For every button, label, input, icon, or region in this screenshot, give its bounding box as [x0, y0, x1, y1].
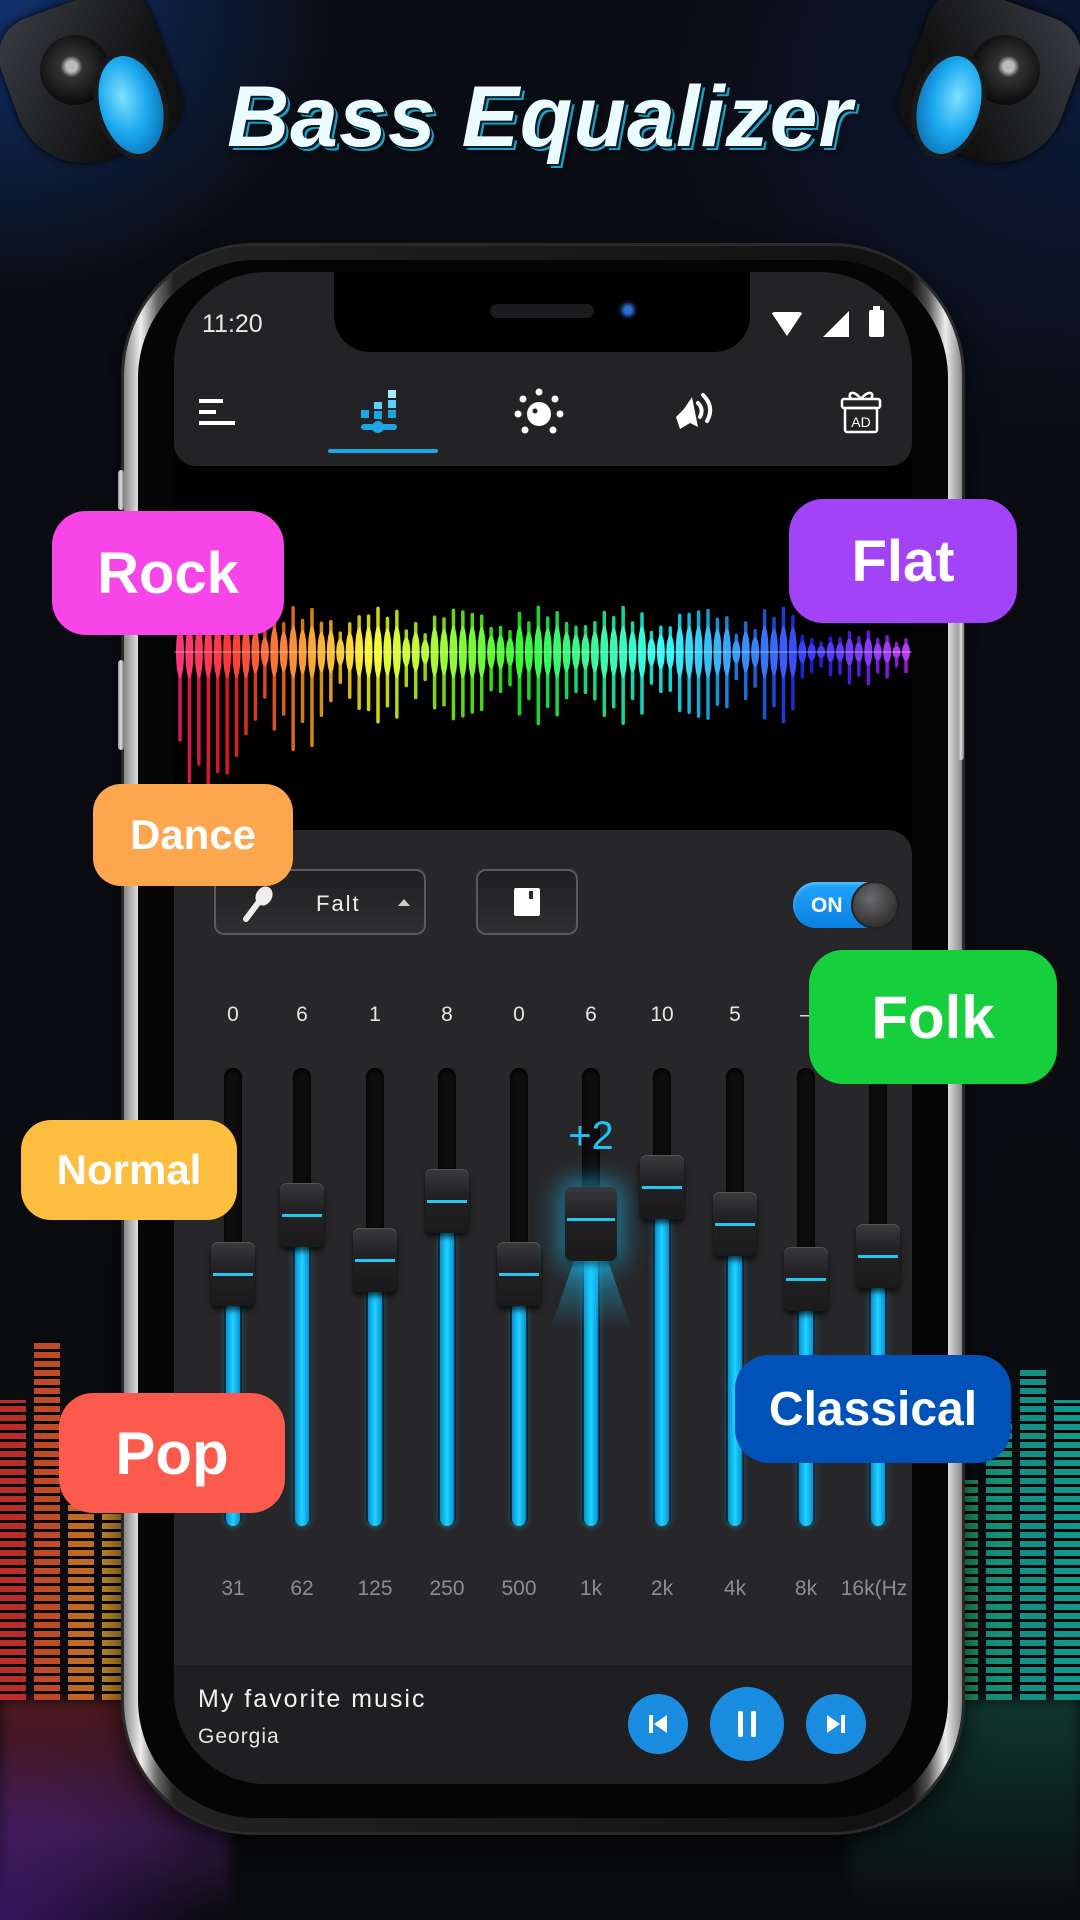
band-value: 6	[585, 1003, 597, 1026]
slider-knob[interactable]	[640, 1155, 684, 1220]
slider-fill	[295, 1214, 309, 1526]
volume-icon	[676, 393, 713, 429]
slider-knob[interactable]	[784, 1246, 828, 1311]
preset-tag-rock[interactable]: Rock	[52, 511, 284, 635]
app-header: 11:20 AD	[174, 272, 912, 466]
phone-side-button	[118, 470, 124, 510]
preset-tag-folk[interactable]: Folk	[809, 950, 1057, 1084]
slider-fill	[655, 1187, 669, 1526]
pause-button[interactable]	[710, 1687, 784, 1761]
slider-fill	[368, 1260, 382, 1526]
band-value: 8	[441, 1003, 453, 1026]
preset-tag-normal[interactable]: Normal	[21, 1120, 237, 1220]
active-band-tooltip: +2	[568, 1113, 614, 1158]
gift-ad-button[interactable]: AD	[831, 385, 891, 439]
tab-volume[interactable]	[665, 385, 725, 439]
tag-label: Dance	[129, 811, 257, 858]
bass-boost-knob-icon	[514, 388, 564, 434]
signal-icon	[823, 310, 849, 337]
preset-tag-dance[interactable]: Dance	[93, 784, 293, 886]
track-title: My favorite music	[198, 1685, 427, 1713]
tag-label: Normal	[56, 1146, 202, 1193]
preset-tag-flat[interactable]: Flat	[789, 499, 1017, 623]
mini-player: My favorite music Georgia	[174, 1665, 912, 1784]
tag-label: Pop	[115, 1419, 229, 1487]
band-frequency-label: 125	[357, 1577, 393, 1600]
slider-knob[interactable]	[353, 1228, 397, 1293]
equalizer-sliders: 0 31 6 62 1 125 8 250 0 500 6 +2 1k 10 2k 5 4k –8k 16k(Hz	[174, 830, 912, 1784]
app-title: Bass Equalizer	[227, 69, 853, 165]
toolbar: AD	[174, 367, 912, 467]
band-frequency-label: 62	[290, 1577, 314, 1600]
band-frequency-label: 2k	[650, 1577, 674, 1600]
band-value: 10	[650, 1003, 674, 1026]
equalizer-panel: Falt ON 0 31 6 62 1 125 8 250 0 500 6 +2 1k 10 2k 5 4k –8…	[174, 830, 912, 1784]
band-frequency-label: 16k(Hz	[840, 1577, 908, 1600]
band-frequency-label: 4k	[723, 1577, 747, 1600]
next-button[interactable]	[806, 1694, 866, 1754]
tag-label: Flat	[851, 528, 955, 594]
track-artist: Georgia	[198, 1725, 280, 1748]
band-frequency-label: 31	[221, 1577, 245, 1600]
previous-icon	[649, 1715, 667, 1733]
next-icon	[827, 1715, 845, 1733]
band-frequency-label: 500	[501, 1577, 537, 1600]
band-value: 6	[296, 1003, 308, 1026]
menu-icon	[199, 399, 235, 425]
phone-volume-down	[118, 660, 124, 750]
slider-knob[interactable]	[856, 1223, 900, 1288]
preset-tag-pop[interactable]: Pop	[59, 1393, 285, 1513]
slider-knob[interactable]	[425, 1168, 469, 1233]
pause-icon	[738, 1711, 756, 1737]
svg-text:AD: AD	[851, 414, 870, 430]
tag-label: Classical	[768, 1382, 978, 1436]
band-value: 0	[227, 1003, 239, 1026]
active-tab-indicator	[328, 449, 438, 453]
slider-knob[interactable]	[713, 1191, 757, 1256]
phone-screen: 11:20 AD Falt ON 0 31 6 62 1 125 8 250 0…	[174, 272, 912, 1784]
tag-label: Folk	[871, 983, 995, 1051]
slider-knob[interactable]	[280, 1182, 324, 1247]
tab-equalizer[interactable]	[352, 385, 412, 439]
band-frequency-label: 1k	[579, 1577, 603, 1600]
tag-label: Rock	[97, 540, 239, 606]
band-value: 0	[513, 1003, 525, 1026]
slider-fill	[440, 1200, 454, 1526]
preset-tag-classical[interactable]: Classical	[735, 1355, 1011, 1463]
slider-glow	[551, 1257, 631, 1328]
tab-bass-boost[interactable]	[509, 385, 569, 439]
slider-knob[interactable]	[497, 1242, 541, 1307]
menu-button[interactable]	[187, 385, 247, 439]
band-value: 1	[369, 1003, 381, 1026]
phone-power-button	[958, 620, 964, 760]
equalizer-icon	[361, 390, 397, 433]
camera-notch	[334, 272, 750, 352]
slider-knob[interactable]	[211, 1242, 255, 1307]
wifi-icon	[771, 311, 803, 336]
band-value: 5	[729, 1003, 741, 1026]
status-time: 11:20	[202, 310, 263, 338]
previous-button[interactable]	[628, 1694, 688, 1754]
status-icons	[771, 306, 884, 337]
battery-icon	[869, 306, 884, 337]
band-frequency-label: 250	[429, 1577, 465, 1600]
slider-fill	[512, 1274, 526, 1526]
slider-knob[interactable]	[565, 1186, 617, 1261]
gift-ad-icon: AD	[840, 391, 882, 434]
